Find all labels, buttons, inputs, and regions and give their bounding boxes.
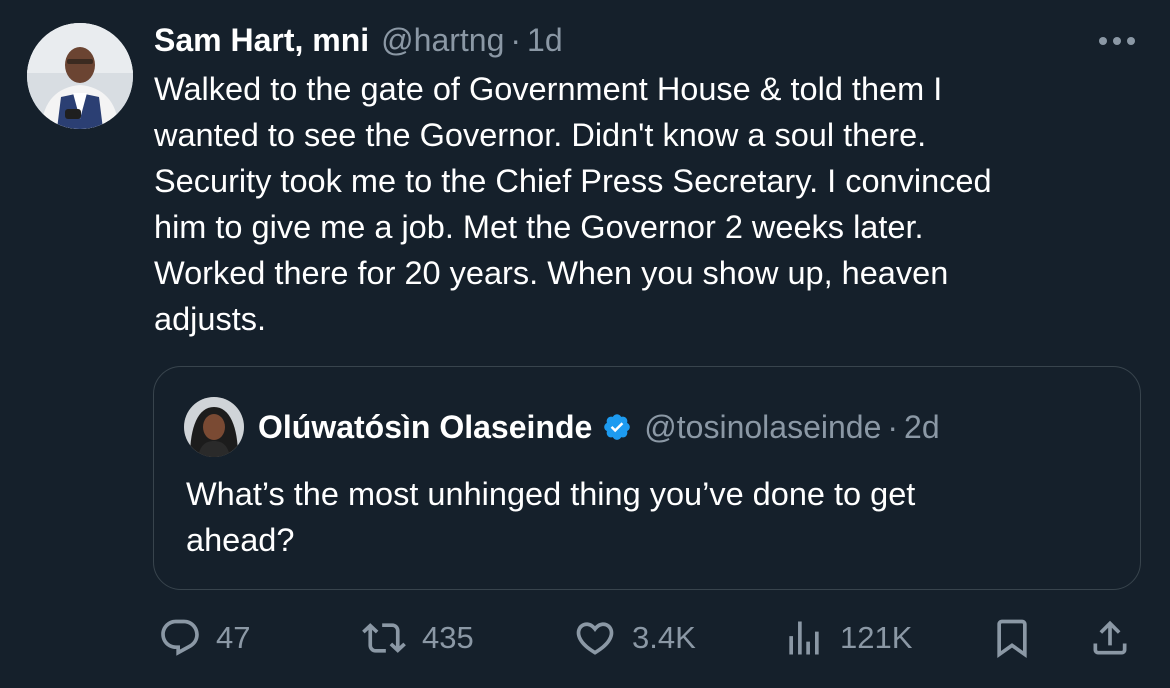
tweet-text: Walked to the gate of Government House &… bbox=[154, 66, 1144, 342]
verified-badge-icon bbox=[602, 412, 632, 442]
tweet-text-line: Security took me to the Chief Press Secr… bbox=[154, 163, 992, 199]
reply-button[interactable]: 47 bbox=[158, 612, 250, 664]
tweet-text-line: Walked to the gate of Government House &… bbox=[154, 71, 943, 107]
tweet-text-line: Worked there for 20 years. When you show… bbox=[154, 255, 949, 291]
quoted-tweet-text: What’s the most unhinged thing you’ve do… bbox=[186, 471, 1106, 563]
quoted-author-avatar[interactable] bbox=[184, 397, 244, 457]
repost-count: 435 bbox=[422, 620, 474, 655]
repost-icon bbox=[360, 616, 408, 660]
quoted-text-line: ahead? bbox=[186, 522, 295, 558]
like-count: 3.4K bbox=[632, 620, 696, 655]
bookmark-icon bbox=[990, 616, 1034, 660]
tweet-action-bar: 47 435 3.4K 121K bbox=[0, 612, 1170, 664]
author-display-name[interactable]: Sam Hart, mni bbox=[154, 22, 369, 59]
author-handle[interactable]: @hartng bbox=[381, 22, 504, 59]
views-count: 121K bbox=[840, 620, 913, 655]
quoted-tweet[interactable]: Olúwatósìn Olaseinde @tosinolaseinde · 2… bbox=[153, 366, 1141, 590]
share-button[interactable] bbox=[1088, 612, 1132, 664]
tweet-text-line: him to give me a job. Met the Governor 2… bbox=[154, 209, 924, 245]
tweet-text-line: wanted to see the Governor. Didn't know … bbox=[154, 117, 927, 153]
repost-button[interactable]: 435 bbox=[360, 612, 474, 664]
tweet-header: Sam Hart, mni @hartng · 1d bbox=[154, 20, 563, 60]
quoted-header-separator: · bbox=[887, 408, 899, 445]
quoted-tweet-header: Olúwatósìn Olaseinde @tosinolaseinde · 2… bbox=[258, 405, 940, 449]
heart-icon bbox=[572, 616, 618, 660]
share-icon bbox=[1088, 616, 1132, 660]
bookmark-button[interactable] bbox=[990, 612, 1034, 664]
views-icon bbox=[782, 616, 826, 660]
author-avatar[interactable] bbox=[27, 23, 133, 129]
reply-count: 47 bbox=[216, 620, 251, 655]
reply-icon bbox=[158, 616, 202, 660]
more-options-button[interactable] bbox=[1094, 28, 1140, 54]
quoted-tweet-timestamp[interactable]: 2d bbox=[904, 409, 940, 446]
quoted-author-handle[interactable]: @tosinolaseinde bbox=[644, 409, 881, 446]
tweet-timestamp[interactable]: 1d bbox=[527, 22, 563, 59]
tweet: Sam Hart, mni @hartng · 1d Walked to the… bbox=[0, 0, 1170, 688]
tweet-text-line: adjusts. bbox=[154, 301, 267, 337]
quoted-author-display-name[interactable]: Olúwatósìn Olaseinde bbox=[258, 409, 592, 446]
views-button[interactable]: 121K bbox=[782, 612, 912, 664]
like-button[interactable]: 3.4K bbox=[572, 612, 696, 664]
header-separator: · bbox=[510, 21, 522, 58]
quoted-text-line: What’s the most unhinged thing you’ve do… bbox=[186, 476, 916, 512]
ellipsis-icon bbox=[1094, 37, 1140, 58]
